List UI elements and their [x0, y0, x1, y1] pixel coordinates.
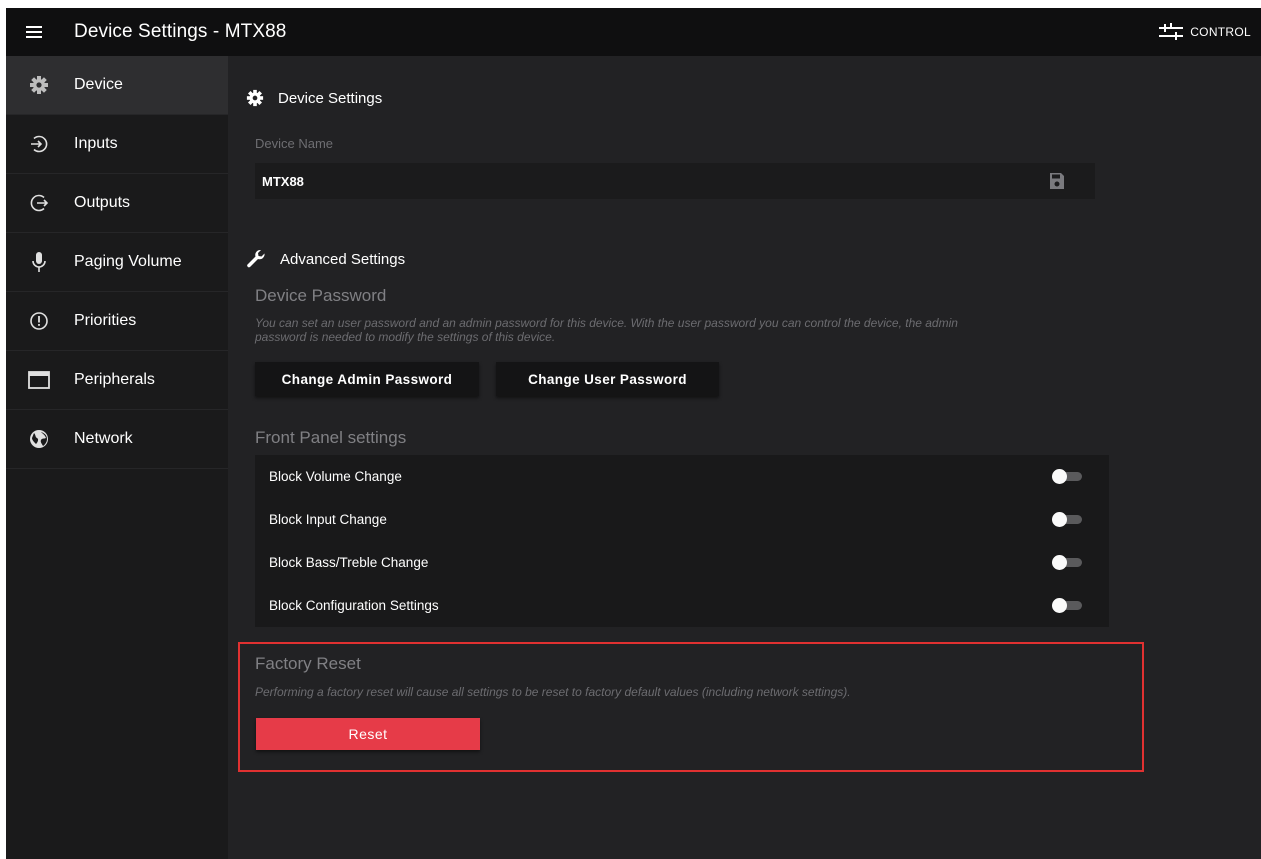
- sidebar-item-device[interactable]: Device: [6, 56, 228, 115]
- toggle-row: Block Bass/Treble Change: [255, 541, 1109, 584]
- priority-exclamation-icon: [6, 311, 68, 331]
- sidebar-item-peripherals[interactable]: Peripherals: [6, 351, 228, 410]
- app-window: Device Settings - MTX88 CONTROL Device I…: [6, 8, 1261, 859]
- front-panel-settings: Block Volume Change Block Input Change B…: [255, 455, 1109, 627]
- hamburger-icon: [26, 26, 42, 38]
- description-line: password is needed to modify the setting…: [255, 330, 556, 344]
- microphone-icon: [6, 251, 68, 273]
- toggle-row: Block Volume Change: [255, 455, 1109, 498]
- gear-icon: [246, 89, 264, 107]
- section-title: Device Settings: [278, 89, 383, 107]
- sidebar-item-outputs[interactable]: Outputs: [6, 174, 228, 233]
- factory-reset-section: Factory Reset Performing a factory reset…: [238, 642, 1144, 772]
- control-label: CONTROL: [1190, 25, 1251, 39]
- sidebar-item-paging-volume[interactable]: Paging Volume: [6, 233, 228, 292]
- menu-button[interactable]: [6, 8, 62, 56]
- sidebar-item-label: Device: [74, 76, 123, 93]
- input-arrow-icon: [6, 134, 68, 154]
- advanced-settings-heading: Advanced Settings: [246, 249, 405, 269]
- toggle-label: Block Bass/Treble Change: [269, 555, 429, 570]
- window-icon: [6, 371, 68, 389]
- wrench-icon: [247, 249, 265, 268]
- gear-icon: [6, 75, 68, 95]
- block-volume-change-toggle[interactable]: [1052, 469, 1084, 484]
- toggle-label: Block Input Change: [269, 512, 387, 527]
- factory-reset-title: Factory Reset: [255, 654, 361, 673]
- section-title: Advanced Settings: [280, 250, 406, 268]
- factory-reset-description: Performing a factory reset will cause al…: [255, 685, 851, 699]
- toggle-row: Block Input Change: [255, 498, 1109, 541]
- reset-button[interactable]: Reset: [256, 718, 480, 750]
- block-configuration-settings-toggle[interactable]: [1052, 598, 1084, 613]
- sidebar-item-label: Peripherals: [74, 371, 155, 388]
- device-name-field[interactable]: MTX88: [255, 163, 1095, 199]
- sidebar-item-label: Inputs: [74, 135, 118, 152]
- device-name-label: Device Name: [255, 136, 334, 151]
- description-line: You can set an user password and an admi…: [255, 316, 958, 330]
- sidebar-item-network[interactable]: Network: [6, 410, 228, 469]
- change-admin-password-button[interactable]: Change Admin Password: [255, 362, 479, 396]
- sidebar-item-inputs[interactable]: Inputs: [6, 115, 228, 174]
- front-panel-title: Front Panel settings: [255, 428, 407, 447]
- control-button[interactable]: CONTROL: [1158, 8, 1251, 56]
- block-input-change-toggle[interactable]: [1052, 512, 1084, 527]
- sidebar-item-priorities[interactable]: Priorities: [6, 292, 228, 351]
- device-password-title: Device Password: [255, 286, 387, 305]
- toggle-label: Block Configuration Settings: [269, 598, 439, 613]
- toggle-label: Block Volume Change: [269, 469, 402, 484]
- top-bar: Device Settings - MTX88 CONTROL: [6, 8, 1261, 56]
- globe-icon: [6, 428, 68, 450]
- toggle-row: Block Configuration Settings: [255, 584, 1109, 627]
- device-password-description: You can set an user password and an admi…: [255, 316, 958, 344]
- output-arrow-icon: [6, 193, 68, 213]
- sidebar-item-label: Outputs: [74, 194, 131, 211]
- device-name-value: MTX88: [262, 174, 304, 189]
- sidebar: Device Inputs Outputs Paging Volume Prio…: [6, 56, 228, 859]
- change-user-password-button[interactable]: Change User Password: [496, 362, 719, 396]
- page-title: Device Settings - MTX88: [74, 21, 287, 42]
- sidebar-item-label: Network: [74, 430, 133, 447]
- sidebar-item-label: Priorities: [74, 312, 137, 329]
- sidebar-item-label: Paging Volume: [74, 253, 182, 270]
- main-content: Device Settings Device Name MTX88 Advanc…: [228, 56, 1261, 859]
- device-settings-heading: Device Settings: [246, 89, 382, 107]
- save-icon[interactable]: [1049, 172, 1065, 190]
- block-bass-treble-change-toggle[interactable]: [1052, 555, 1084, 570]
- sliders-icon: [1159, 23, 1184, 40]
